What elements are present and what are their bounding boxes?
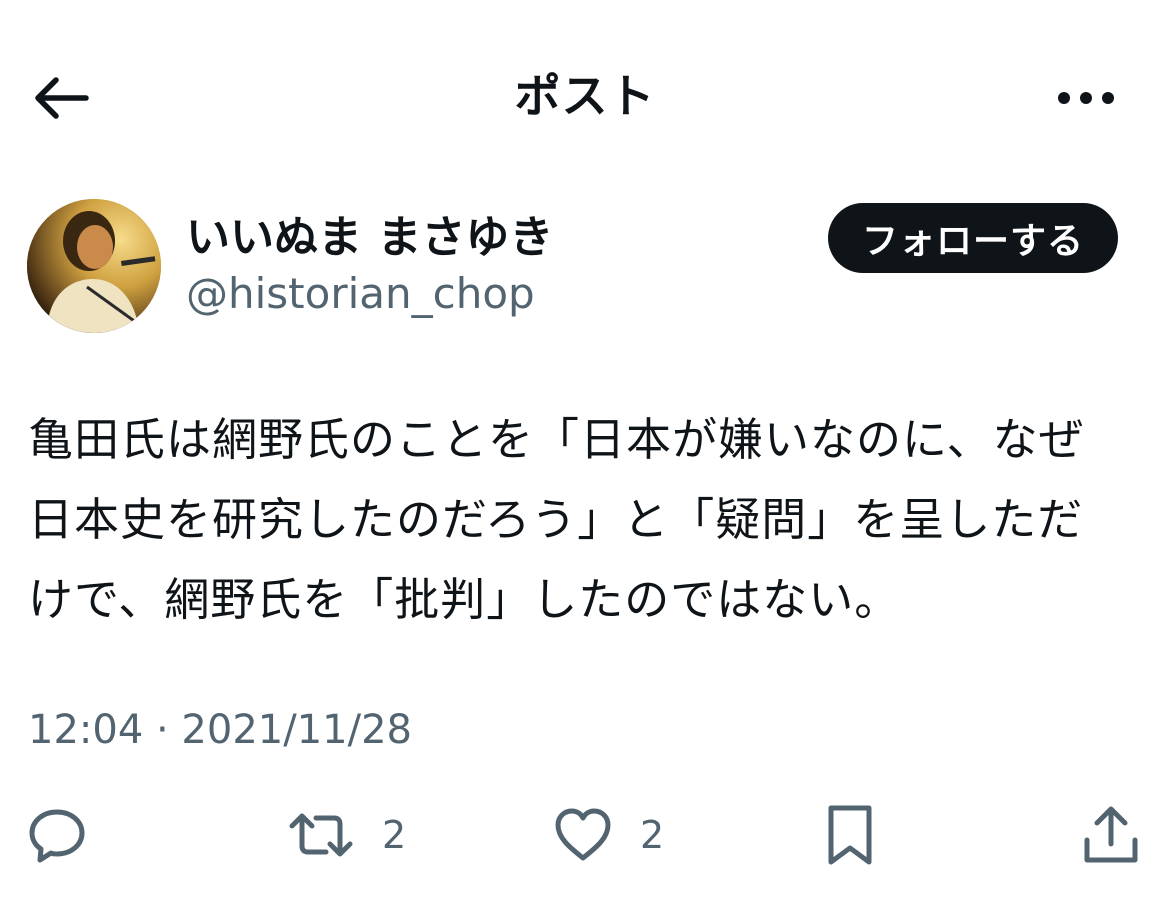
action-bar: 2 2 <box>0 790 1170 880</box>
post-text-line: 亀田氏は網野氏のことを「日本が嫌いなのに、なぜ <box>28 413 1085 466</box>
author-handle[interactable]: @historian_chop <box>186 264 535 324</box>
retweet-icon <box>289 813 353 857</box>
retweet-count: 2 <box>382 813 407 857</box>
bookmark-icon <box>828 805 872 865</box>
follow-button[interactable]: フォローする <box>828 203 1118 273</box>
like-count: 2 <box>640 813 665 857</box>
reply-icon <box>29 809 85 863</box>
post-text-line: けで、網野氏を「批判」したのではない。 <box>28 573 901 626</box>
bookmark-button[interactable] <box>822 800 878 870</box>
post-text: 亀田氏は網野氏のことを「日本が嫌いなのに、なぜ 日本史を研究したのだろう」と「疑… <box>28 400 1138 640</box>
post-text-line: 日本史を研究したのだろう」と「疑問」を呈しただ <box>28 493 1084 546</box>
like-button[interactable]: 2 <box>552 800 664 870</box>
more-options-button[interactable] <box>1050 66 1122 130</box>
post-timestamp[interactable]: 12:04 · 2021/11/28 <box>28 700 412 760</box>
share-icon <box>1084 806 1138 863</box>
retweet-button[interactable]: 2 <box>286 800 406 870</box>
header: ポスト <box>0 0 1170 190</box>
more-horizontal-icon <box>1058 92 1114 104</box>
share-button[interactable] <box>1080 800 1142 870</box>
heart-icon <box>555 808 611 861</box>
page-title: ポスト <box>514 69 656 123</box>
reply-button[interactable] <box>26 800 88 870</box>
author-name[interactable]: いいぬま まさゆき <box>186 208 553 268</box>
avatar[interactable] <box>27 199 161 333</box>
avatar-image <box>27 199 161 333</box>
